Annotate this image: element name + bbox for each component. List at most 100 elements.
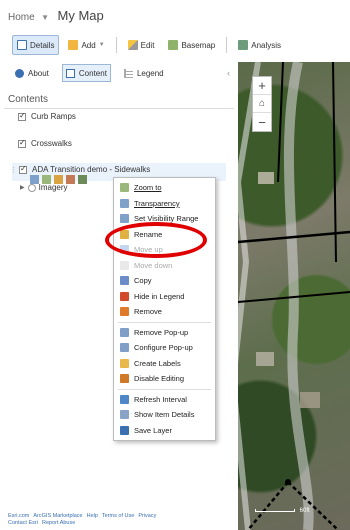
app-window: Home ▼ My Map Details Add ▼ Edit Basemap… [0,0,350,530]
zoom-control: + ⌂ − [252,76,272,132]
disable-editing-icon [120,374,129,384]
menu-item-rename[interactable]: Rename [114,227,215,243]
collapse-icon[interactable]: ‹ [227,68,230,78]
menu-item-disable-editing[interactable]: Disable Editing [114,371,215,387]
layer-label: Curb Ramps [31,112,76,121]
hide-legend-icon [120,291,129,301]
menu-item-move-up[interactable]: Move up [114,242,215,258]
details-icon [17,40,27,50]
more-options-icon[interactable] [78,175,87,184]
layer-checkbox[interactable] [19,164,27,174]
analysis-icon [238,40,249,50]
remove-icon [120,307,129,317]
configure-popup-icon [120,343,129,353]
scale-bar: 60ft [255,508,310,514]
footer-links: Esri.com ArcGIS Marketplace Help Terms of U… [8,513,238,527]
map-overlay [238,62,350,530]
footer-link[interactable]: Contact Esri [8,520,38,526]
header: Home ▼ My Map [0,0,350,26]
map-view[interactable] [238,62,350,530]
layer-crosswalks[interactable]: Crosswalks [18,138,72,148]
tab-legend-label: Legend [136,68,164,78]
add-icon [68,40,79,50]
menu-item-label: Remove Pop-up [134,327,189,337]
expand-icon[interactable]: ▶ [20,184,25,191]
layer-sidewalks[interactable]: ⋮ ADA Transition demo - Sidewalks [10,164,150,175]
edit-button[interactable]: Edit [123,35,160,55]
layer-imagery[interactable]: ▶ Imagery [20,183,68,192]
layer-label: Imagery [38,183,68,192]
menu-separator [118,388,211,390]
scale-bar-line [255,509,295,512]
menu-item-label: Move up [134,245,163,255]
layer-checkbox[interactable] [18,111,26,121]
tab-content[interactable]: Content [61,64,111,82]
menu-item-move-down[interactable]: Move down [114,258,215,274]
footer-link[interactable]: Help [87,513,98,519]
basemap-button[interactable]: Basemap [163,35,220,55]
globe-icon [27,183,36,192]
edit-label: Edit [140,40,155,50]
zoom-to-icon [120,183,129,193]
menu-item-remove-popup[interactable]: Remove Pop-up [114,325,215,341]
menu-item-show-item-details[interactable]: Show Item Details [114,407,215,423]
menu-item-remove[interactable]: Remove [114,304,215,320]
footer-link[interactable]: Privacy [138,513,156,519]
rename-icon [120,229,129,239]
layer-curb-ramps[interactable]: Curb Ramps [18,111,76,121]
menu-item-refresh-interval[interactable]: Refresh Interval [114,392,215,408]
drag-handle-icon[interactable]: ⋮ [10,166,17,174]
menu-item-label: Save Layer [134,425,172,435]
tab-content-label: Content [78,68,107,78]
move-down-icon [120,260,129,270]
info-icon [15,68,24,78]
tab-about[interactable]: About [12,64,52,82]
divider [115,37,117,53]
home-link[interactable]: Home [8,12,35,23]
zoom-out-button[interactable]: − [253,113,271,131]
home-icon[interactable]: ⌂ [253,95,271,113]
menu-item-copy[interactable]: Copy [114,273,215,289]
menu-item-zoom-to[interactable]: Zoom to [114,180,215,196]
toolbar: Details Add ▼ Edit Basemap Analysis [0,32,350,58]
footer-link[interactable]: Report Abuse [42,520,75,526]
refresh-icon [120,394,129,404]
tab-about-label: About [28,68,49,78]
chevron-down-icon[interactable]: ▼ [41,13,49,22]
copy-icon [120,276,129,286]
menu-item-label: Disable Editing [134,374,185,384]
menu-item-label: Show Item Details [134,410,195,420]
layer-checkbox[interactable] [18,138,26,148]
visibility-range-icon [120,214,129,224]
item-details-icon [120,410,129,420]
panel-tabs: About Content Legend ‹ [0,60,238,86]
footer-link[interactable]: Esri.com [8,513,29,519]
menu-item-hide-in-legend[interactable]: Hide in Legend [114,289,215,305]
menu-item-configure-popup[interactable]: Configure Pop-up [114,340,215,356]
layer-context-menu: Zoom to Transparency Set Visibility Range R… [113,177,216,441]
menu-item-label: Rename [134,229,163,239]
legend-icon [123,68,133,78]
footer-link[interactable]: ArcGIS Marketplace [33,513,82,519]
add-button[interactable]: Add ▼ [63,35,109,55]
menu-item-transparency[interactable]: Transparency [114,196,215,212]
menu-item-create-labels[interactable]: Create Labels [114,356,215,372]
basemap-label: Basemap [181,40,216,50]
analysis-button[interactable]: Analysis [233,35,286,55]
menu-item-set-visibility-range[interactable]: Set Visibility Range [114,211,215,227]
create-labels-icon [120,358,129,368]
footer-link[interactable]: Terms of Use [102,513,134,519]
transparency-icon [120,198,129,208]
tab-legend[interactable]: Legend [121,64,167,82]
menu-item-label: Set Visibility Range [134,214,199,224]
menu-item-label: Configure Pop-up [134,343,193,353]
menu-item-save-layer[interactable]: Save Layer [114,423,215,439]
analysis-label: Analysis [251,40,282,50]
menu-item-label: Zoom to [134,183,162,193]
menu-item-label: Remove [134,307,162,317]
zoom-in-button[interactable]: + [253,77,271,95]
contents-heading: Contents [8,94,49,105]
details-button[interactable]: Details [12,35,60,55]
menu-item-label: Move down [134,260,173,270]
content-icon [65,68,75,78]
